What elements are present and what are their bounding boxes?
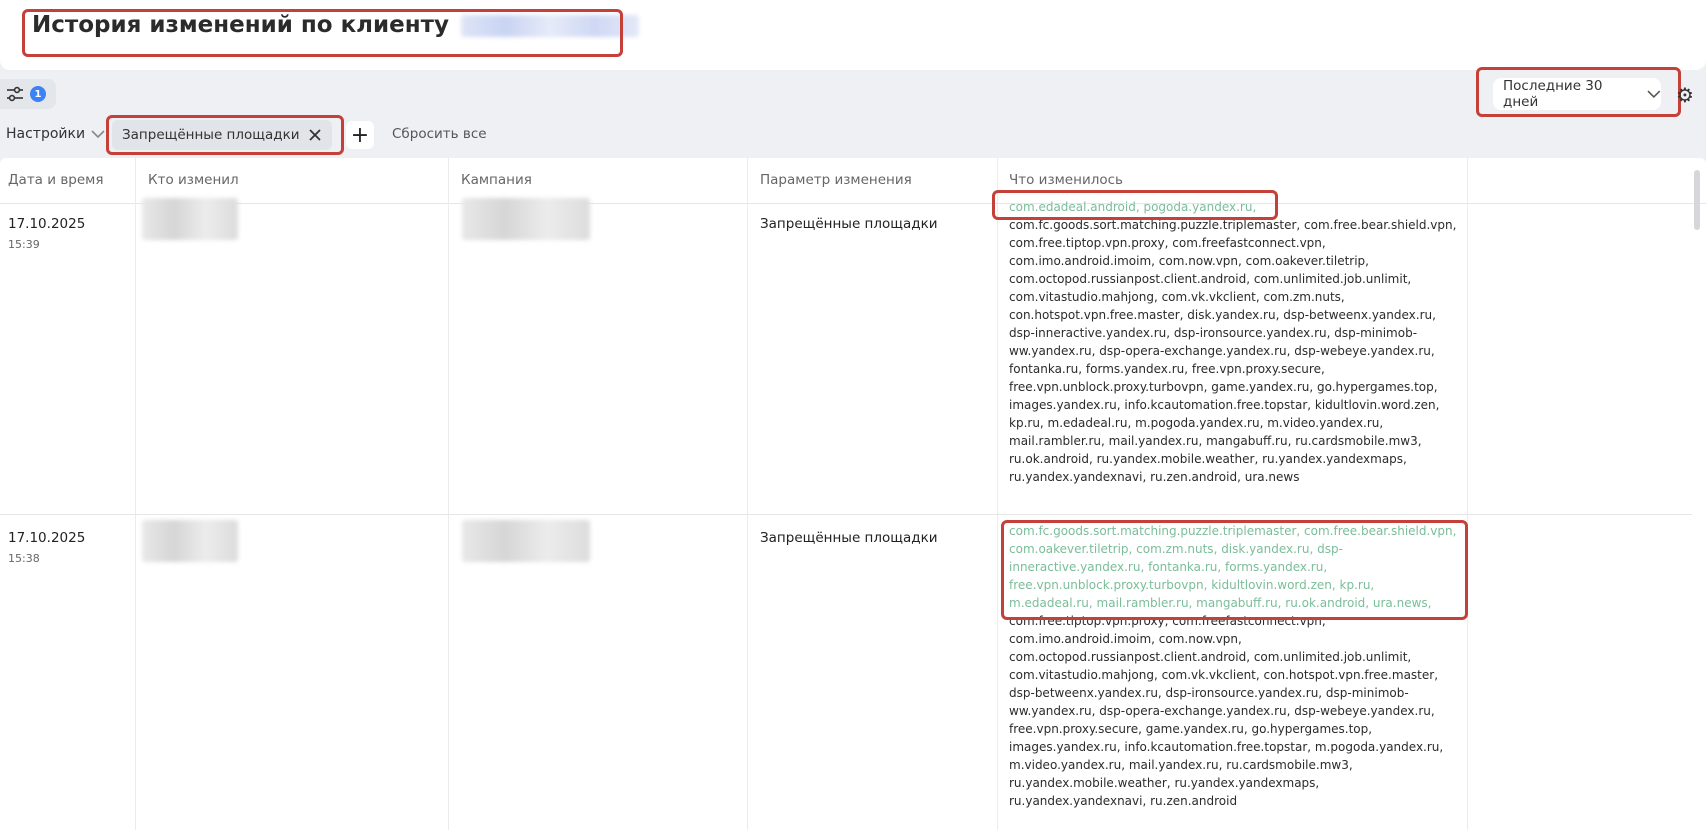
row-parameter: Запрещённые площадки (760, 216, 938, 232)
add-filter-button[interactable]: + (346, 121, 374, 149)
filter-chip-banned-sites[interactable]: Запрещённые площадки (112, 120, 332, 150)
row-date: 17.10.2025 (8, 530, 86, 546)
settings-dropdown[interactable]: Настройки (6, 126, 105, 142)
row-date: 17.10.2025 (8, 216, 86, 232)
close-icon[interactable] (308, 128, 322, 142)
filters-button[interactable]: 1 (0, 79, 56, 109)
client-name-redacted (460, 14, 639, 37)
author-redacted (142, 198, 238, 240)
column-header-campaign[interactable]: Кампания (461, 172, 532, 188)
chevron-down-icon (1647, 90, 1661, 99)
column-header-changes[interactable]: Что изменилось (1009, 172, 1123, 188)
page-title: История изменений по клиенту (32, 12, 639, 38)
row-changes: com.edadeal.android, pogoda.yandex.ru, c… (1009, 198, 1459, 486)
campaign-redacted (462, 520, 590, 562)
reset-all-button[interactable]: Сбросить все (392, 126, 487, 142)
existing-sites: com.fc.goods.sort.matching.puzzle.triple… (1009, 218, 1457, 484)
row-time: 15:39 (8, 238, 40, 251)
column-header-datetime[interactable]: Дата и время (8, 172, 103, 188)
period-label: Последние 30 дней (1503, 78, 1603, 110)
vertical-scrollbar[interactable] (1694, 170, 1700, 230)
row-changes: com.fc.goods.sort.matching.puzzle.triple… (1009, 522, 1459, 810)
page-header: История изменений по клиенту (0, 0, 1706, 70)
existing-sites: com.free.tiptop.vpn.proxy, com.freefastc… (1009, 614, 1444, 808)
added-sites: com.edadeal.android, pogoda.yandex.ru, (1009, 200, 1257, 214)
chevron-down-icon (91, 130, 105, 139)
column-header-author[interactable]: Кто изменил (148, 172, 239, 188)
gear-icon[interactable]: ⚙ (1676, 83, 1700, 107)
campaign-redacted (462, 198, 590, 240)
filter-count-badge: 1 (30, 86, 46, 102)
column-header-parameter[interactable]: Параметр изменения (760, 172, 912, 188)
added-sites: com.fc.goods.sort.matching.puzzle.triple… (1009, 524, 1457, 610)
sliders-icon (7, 86, 23, 102)
history-table: Дата и время Кто изменил Кампания Параме… (0, 158, 1706, 830)
author-redacted (142, 520, 238, 562)
filter-chip-label: Запрещённые площадки (122, 127, 300, 143)
period-select[interactable]: Последние 30 дней (1493, 78, 1661, 110)
row-time: 15:38 (8, 552, 40, 565)
row-parameter: Запрещённые площадки (760, 530, 938, 546)
